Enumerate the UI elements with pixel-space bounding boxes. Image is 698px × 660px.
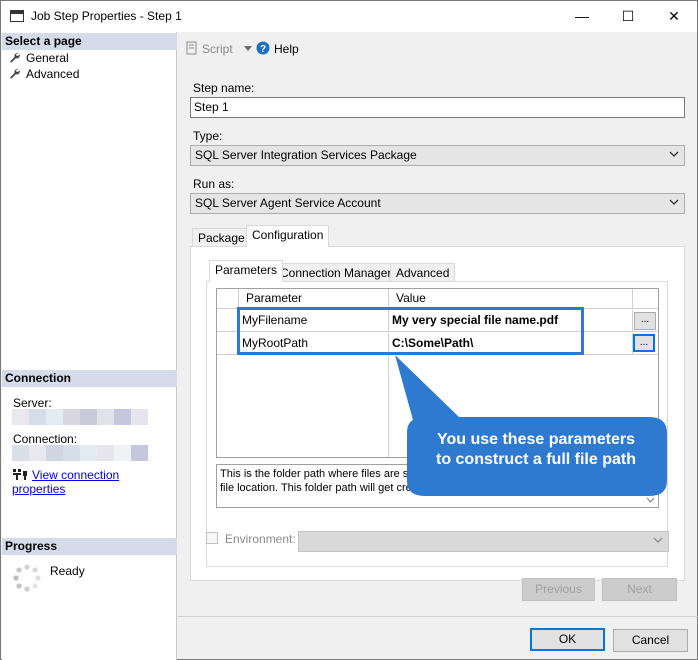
column-header-value[interactable]: Value <box>393 288 593 309</box>
view-connection-properties-link[interactable]: View connection properties <box>12 468 119 496</box>
select-page-header: Select a page <box>2 33 177 50</box>
step-name-input[interactable]: Step 1 <box>190 97 685 118</box>
tab-package[interactable]: Package <box>192 228 251 248</box>
view-connection-row[interactable]: View connection properties <box>12 468 172 496</box>
page-item-advanced[interactable]: Advanced <box>9 67 79 81</box>
tab-connection-managers[interactable]: Connection Managers <box>274 263 404 283</box>
script-button[interactable]: Script <box>185 41 253 56</box>
column-header-parameter[interactable]: Parameter <box>243 288 383 309</box>
tab-advanced[interactable]: Advanced <box>390 263 456 283</box>
run-as-select-value: SQL Server Agent Service Account <box>195 196 381 210</box>
callout-text: You use these parameters to construct a … <box>407 417 665 495</box>
chevron-down-icon <box>653 537 663 543</box>
connection-header: Connection <box>2 370 177 387</box>
server-label: Server: <box>13 396 52 410</box>
connection-value-redacted <box>12 445 148 461</box>
wrench-icon <box>10 53 20 63</box>
help-label: Help <box>274 42 299 56</box>
page-item-label: General <box>26 51 69 65</box>
tab-configuration[interactable]: Configuration <box>246 225 330 247</box>
edit-value-button[interactable]: ... <box>634 312 656 330</box>
grid-header-row: Parameter Value <box>217 289 658 309</box>
help-button[interactable]: ? Help <box>256 41 299 56</box>
footer-divider <box>178 616 698 617</box>
progress-status: Ready <box>50 564 85 578</box>
chevron-down-icon <box>244 46 253 51</box>
progress-header: Progress <box>2 538 177 555</box>
page-item-general[interactable]: General <box>9 51 69 65</box>
wrench-icon <box>10 69 20 79</box>
next-button[interactable]: Next <box>602 578 677 601</box>
cancel-button[interactable]: Cancel <box>613 629 688 652</box>
server-value-redacted <box>12 409 148 425</box>
run-as-select[interactable]: SQL Server Agent Service Account <box>190 193 685 214</box>
environment-checkbox[interactable] <box>206 532 218 544</box>
window-icon <box>10 10 24 22</box>
script-icon <box>186 41 197 55</box>
connection-label: Connection: <box>13 432 78 446</box>
chevron-down-icon <box>669 151 679 157</box>
progress-spinner-icon <box>13 564 41 592</box>
chevron-down-icon <box>669 199 679 205</box>
step-name-label: Step name: <box>193 81 255 95</box>
type-select-value: SQL Server Integration Services Package <box>195 148 417 162</box>
environment-select[interactable] <box>298 531 669 552</box>
script-label: Script <box>202 42 233 56</box>
title-bar: Job Step Properties - Step 1 — ☐ ✕ <box>1 1 697 32</box>
environment-label: Environment: <box>225 532 296 546</box>
type-select[interactable]: SQL Server Integration Services Package <box>190 145 685 166</box>
svg-text:?: ? <box>260 44 266 55</box>
close-button[interactable]: ✕ <box>651 1 697 32</box>
dialog-window: Job Step Properties - Step 1 — ☐ ✕ Selec… <box>0 0 698 660</box>
callout-line: You use these parameters <box>436 431 635 448</box>
help-icon: ? <box>256 41 270 55</box>
maximize-button[interactable]: ☐ <box>605 1 651 32</box>
minimize-button[interactable]: — <box>559 1 605 32</box>
connection-icon <box>13 469 27 480</box>
type-label: Type: <box>193 129 223 143</box>
ok-button[interactable]: OK <box>530 628 605 651</box>
left-pane: Select a page General Advanced Connectio… <box>2 32 177 660</box>
callout-line: to construct a full file path <box>435 451 636 468</box>
run-as-label: Run as: <box>193 177 235 191</box>
tab-parameters[interactable]: Parameters <box>209 260 284 282</box>
page-item-label: Advanced <box>26 67 80 81</box>
window-title: Job Step Properties - Step 1 <box>31 9 182 23</box>
previous-button[interactable]: Previous <box>522 578 595 601</box>
